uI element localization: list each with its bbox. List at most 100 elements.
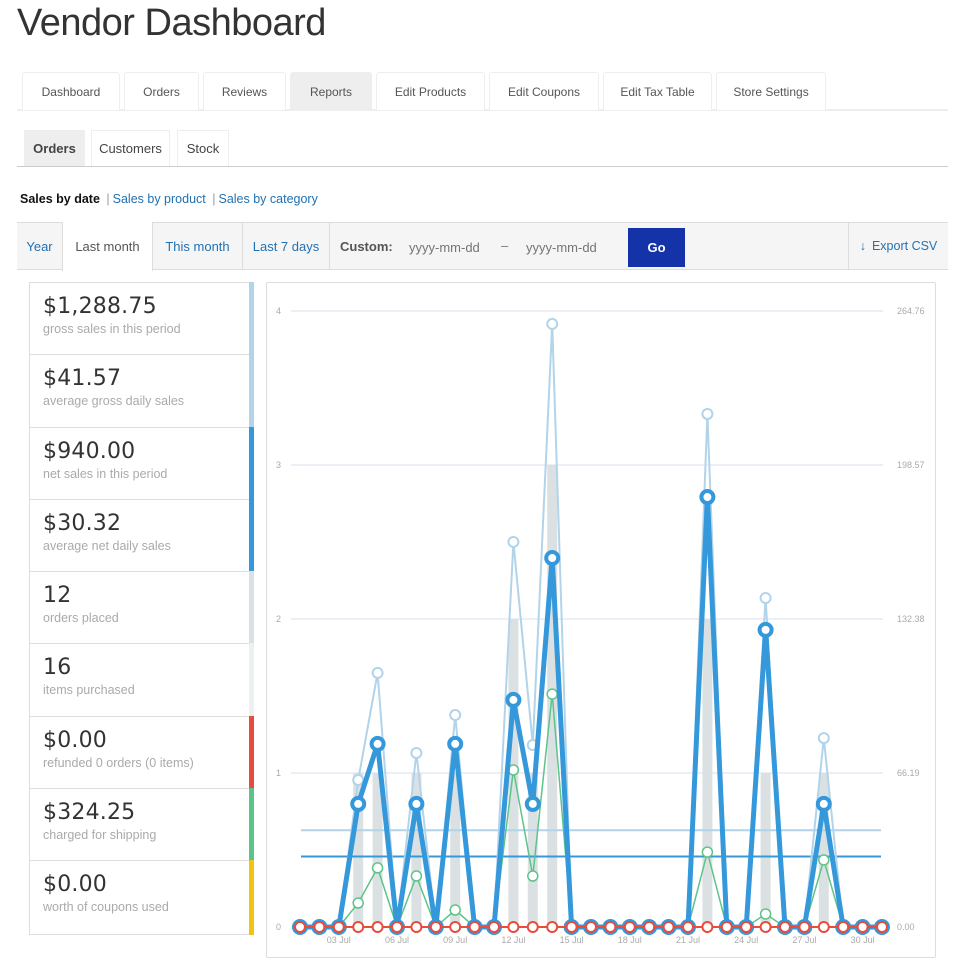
refund-point: [740, 921, 753, 933]
refund-point: [798, 921, 811, 933]
legend-value: 12: [43, 583, 72, 609]
legend-item[interactable]: $940.00 net sales in this period: [30, 426, 254, 500]
bar-item-count: [760, 773, 771, 927]
legend-item[interactable]: $1,288.75 gross sales in this period: [30, 282, 254, 356]
y-left-tick-label: 0: [276, 922, 281, 932]
refund-point: [410, 921, 423, 933]
refund-point: [429, 921, 442, 933]
legend-item[interactable]: $30.32 average net daily sales: [30, 498, 254, 573]
legend-label: average net daily sales: [43, 538, 171, 553]
refund-point: [876, 921, 888, 933]
gross-sales-point: [817, 732, 830, 745]
refund-point: [332, 921, 345, 933]
subtab-orders[interactable]: Orders: [24, 130, 85, 166]
legend-value: $30.32: [43, 510, 122, 536]
legend-color-swatch: [249, 860, 254, 935]
shipping-point: [759, 908, 772, 920]
tab-store-settings[interactable]: Store Settings: [716, 72, 826, 110]
shipping-point: [818, 854, 830, 866]
legend-item[interactable]: $324.25 charged for shipping: [30, 788, 254, 862]
y-right-tick-label: 66.19: [897, 768, 920, 778]
gross-sales-point: [701, 407, 714, 420]
net-sales-point: [505, 691, 522, 708]
range-last-month[interactable]: Last month: [62, 222, 153, 271]
refund-point: [759, 921, 772, 933]
x-tick-label: 06 Jul: [385, 935, 409, 945]
net-sales-point: [447, 735, 464, 752]
download-arrow-icon: ↓: [859, 239, 866, 253]
tab-edit-products[interactable]: Edit Products: [376, 72, 485, 110]
x-tick-label: 03 Jul: [327, 935, 351, 945]
tab-edit-coupons[interactable]: Edit Coupons: [489, 72, 599, 110]
legend-color-swatch: [249, 282, 254, 356]
y-left-tick-label: 1: [276, 768, 281, 778]
legend-label: items purchased: [43, 683, 135, 698]
refund-point: [604, 921, 617, 933]
tab-orders[interactable]: Orders: [124, 72, 199, 110]
export-csv-button[interactable]: ↓ Export CSV: [848, 222, 948, 270]
gross-sales-point: [352, 773, 365, 786]
tab-reports[interactable]: Reports: [290, 72, 372, 110]
legend-color-swatch: [249, 426, 254, 500]
sales-by-product-link[interactable]: Sales by product: [113, 192, 206, 206]
chart-legend: $1,288.75 gross sales in this period $41.5…: [29, 282, 254, 935]
shipping-point: [546, 688, 558, 700]
legend-label: average gross daily sales: [43, 394, 185, 409]
report-links: Sales by date | Sales by product | Sales b…: [20, 192, 318, 206]
net-sales-point: [524, 795, 541, 812]
legend-item[interactable]: $0.00 worth of coupons used: [30, 860, 254, 935]
date-range-bar: Year Last month This month Last 7 days C…: [17, 222, 948, 271]
x-tick-label: 27 Jul: [792, 935, 816, 945]
export-csv-label: Export CSV: [871, 239, 938, 253]
legend-label: worth of coupons used: [43, 900, 169, 915]
legend-color-swatch: [249, 354, 254, 428]
range-this-month[interactable]: This month: [153, 222, 243, 270]
separator: |: [212, 192, 216, 206]
end-date-input[interactable]: [524, 235, 624, 259]
refund-point: [565, 921, 578, 933]
start-date-input[interactable]: [407, 235, 507, 259]
subtab-stock[interactable]: Stock: [177, 130, 229, 166]
x-tick-label: 09 Jul: [443, 935, 467, 945]
refund-point: [526, 921, 539, 933]
shipping-point: [449, 904, 461, 916]
legend-label: net sales in this period: [43, 466, 168, 481]
net-sales-point: [350, 795, 367, 812]
net-sales-point: [757, 621, 774, 638]
go-button[interactable]: Go: [628, 228, 685, 267]
shipping-point: [352, 897, 364, 909]
refund-point: [488, 921, 500, 933]
tab-dashboard[interactable]: Dashboard: [22, 72, 120, 110]
sales-chart-svg: 0 0.00 1 66.19 2 132.38 3 198.57 4 264.76 03 Jul 06…: [276, 306, 925, 945]
legend-color-swatch: [249, 498, 254, 573]
range-year[interactable]: Year: [17, 222, 63, 270]
sales-by-category-link[interactable]: Sales by category: [218, 192, 317, 206]
subtab-customers[interactable]: Customers: [91, 130, 170, 166]
refund-point: [817, 921, 830, 933]
legend-item[interactable]: 16 items purchased: [30, 643, 254, 717]
legend-item[interactable]: $0.00 refunded 0 orders (0 items): [30, 715, 254, 790]
legend-label: orders placed: [43, 611, 119, 626]
legend-item[interactable]: $41.57 average gross daily sales: [30, 354, 254, 428]
refund-point: [391, 921, 403, 933]
refund-point: [585, 921, 597, 933]
x-tick-label: 18 Jul: [618, 935, 642, 945]
net-sales-point: [369, 735, 386, 752]
legend-value: $940.00: [43, 438, 136, 464]
legend-value: $1,288.75: [43, 294, 157, 319]
tab-reviews[interactable]: Reviews: [203, 72, 286, 110]
refund-point: [294, 921, 306, 933]
gross-sales-point: [507, 535, 520, 548]
range-last-7-days[interactable]: Last 7 days: [243, 222, 330, 270]
shipping-point: [701, 846, 714, 858]
net-sales-line: [300, 496, 882, 930]
page-title: Vendor Dashboard: [17, 2, 326, 44]
legend-value: 16: [43, 655, 72, 681]
tab-edit-tax-table[interactable]: Edit Tax Table: [603, 72, 712, 110]
shipping-point: [410, 870, 423, 882]
legend-item[interactable]: 12 orders placed: [30, 571, 254, 645]
separator: |: [106, 192, 110, 206]
x-tick-label: 30 Jul: [851, 935, 875, 945]
shipping-point: [527, 870, 539, 882]
legend-color-swatch: [249, 715, 254, 790]
